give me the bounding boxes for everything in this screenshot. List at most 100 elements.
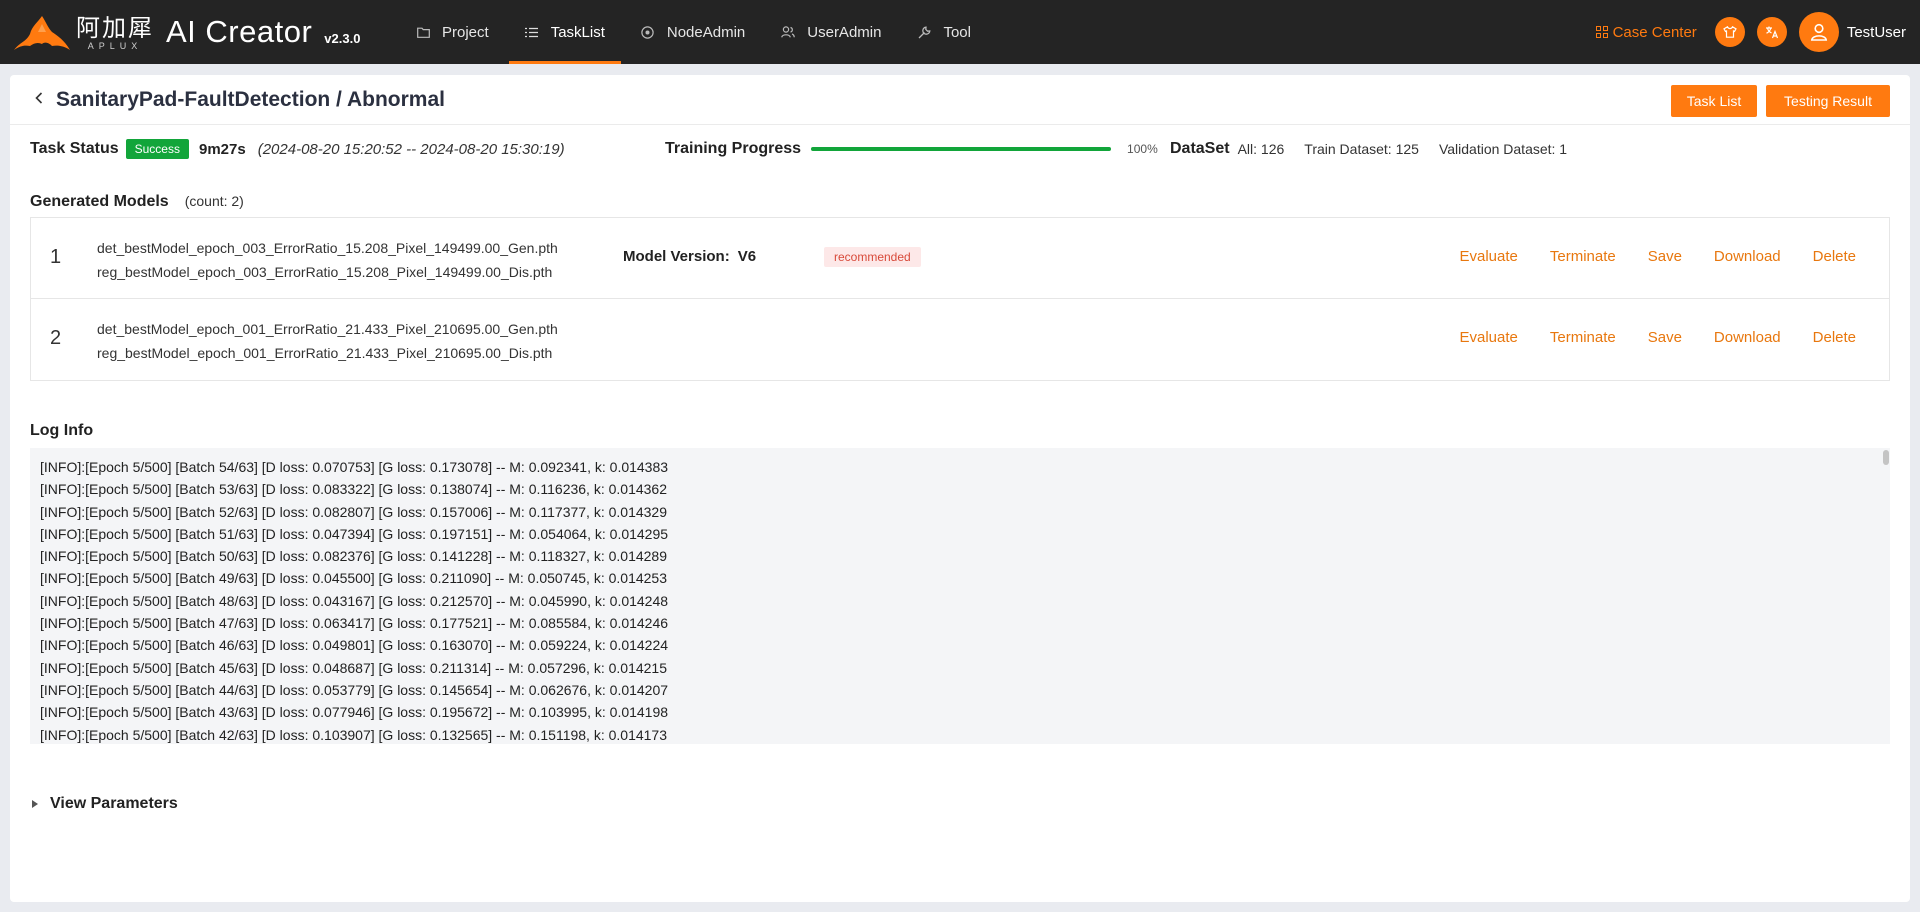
back-button[interactable] xyxy=(30,89,48,107)
case-center-link[interactable]: Case Center xyxy=(1595,23,1697,41)
model-file-gen: det_bestModel_epoch_003_ErrorRatio_15.20… xyxy=(97,240,558,256)
terminate-button[interactable]: Terminate xyxy=(1550,248,1616,265)
generated-models-title: Generated Models xyxy=(30,193,169,210)
chevron-left-icon xyxy=(35,92,43,104)
save-button[interactable]: Save xyxy=(1648,329,1682,346)
training-progress: Training Progress 100% xyxy=(665,137,1158,161)
nav-item-project[interactable]: Project xyxy=(400,0,505,64)
folder-icon xyxy=(416,25,430,39)
task-status-label: Task Status xyxy=(30,140,119,157)
model-index: 2 xyxy=(50,327,62,349)
top-navigation-bar: 阿加犀 APLUX AI Creator v2.3.0 Project Task… xyxy=(0,0,1920,64)
model-file-dis: reg_bestModel_epoch_001_ErrorRatio_21.43… xyxy=(97,345,553,361)
task-detail-card: SanitaryPad-FaultDetection / Abnormal Ta… xyxy=(10,75,1910,902)
log-scrollbar-thumb[interactable] xyxy=(1883,450,1889,465)
log-line: [INFO]:[Epoch 5/500] [Batch 48/63] [D lo… xyxy=(40,592,669,609)
model-actions: Evaluate Terminate Save Download Delete xyxy=(1427,329,1856,346)
brand-en-text: APLUX xyxy=(87,41,143,51)
task-status-row: Task Status Success 9m27s (2024-08-20 15… xyxy=(30,137,1890,161)
log-line: [INFO]:[Epoch 5/500] [Batch 53/63] [D lo… xyxy=(40,481,668,498)
dataset-validation-count: Validation Dataset: 1 xyxy=(1438,141,1568,157)
testing-result-button[interactable]: Testing Result xyxy=(1766,85,1890,117)
brand[interactable]: 阿加犀 APLUX AI Creator v2.3.0 xyxy=(0,0,400,64)
brand-cn-text: 阿加犀 xyxy=(76,14,154,42)
log-line: [INFO]:[Epoch 5/500] [Batch 47/63] [D lo… xyxy=(40,615,669,632)
progress-bar xyxy=(811,147,1112,151)
node-icon xyxy=(641,25,655,39)
training-progress-label: Training Progress xyxy=(665,140,802,157)
app-name: AI Creator xyxy=(166,14,313,49)
log-line: [INFO]:[Epoch 5/500] [Batch 42/63] [D lo… xyxy=(40,726,668,743)
progress-percent: 100% xyxy=(1127,142,1158,156)
generated-models-count: (count: 2) xyxy=(184,193,244,209)
table-row: 1 det_bestModel_epoch_003_ErrorRatio_15.… xyxy=(31,218,1889,299)
view-parameters-label: View Parameters xyxy=(50,795,178,812)
app-version: v2.3.0 xyxy=(324,30,361,46)
delete-button[interactable]: Delete xyxy=(1813,329,1856,346)
user-icon xyxy=(1810,23,1827,41)
dataset-all-count: All: 126 xyxy=(1237,141,1285,157)
log-output[interactable]: [INFO]:[Epoch 5/500] [Batch 54/63] [D lo… xyxy=(30,448,1890,744)
model-file-gen: det_bestModel_epoch_001_ErrorRatio_21.43… xyxy=(97,321,558,337)
avatar[interactable] xyxy=(1798,12,1839,52)
users-icon xyxy=(781,25,796,39)
table-row: 2 det_bestModel_epoch_001_ErrorRatio_21.… xyxy=(31,299,1889,380)
model-version-value: V6 xyxy=(737,248,757,265)
status-badge: Success xyxy=(125,139,189,159)
caret-right-icon xyxy=(32,800,38,808)
log-line: [INFO]:[Epoch 5/500] [Batch 45/63] [D lo… xyxy=(40,659,668,676)
case-center-label: Case Center xyxy=(1612,23,1697,41)
model-files: det_bestModel_epoch_001_ErrorRatio_21.43… xyxy=(97,317,558,365)
save-button[interactable]: Save xyxy=(1648,248,1682,265)
nav-label-tasklist: TaskList xyxy=(550,23,605,41)
models-table: 1 det_bestModel_epoch_003_ErrorRatio_15.… xyxy=(30,217,1890,381)
model-files: det_bestModel_epoch_003_ErrorRatio_15.20… xyxy=(97,236,558,284)
log-line: [INFO]:[Epoch 5/500] [Batch 51/63] [D lo… xyxy=(40,525,669,542)
log-line: [INFO]:[Epoch 5/500] [Batch 49/63] [D lo… xyxy=(40,570,668,587)
evaluate-button[interactable]: Evaluate xyxy=(1459,248,1517,265)
brand-wordmark: 阿加犀 APLUX xyxy=(76,15,154,51)
shirt-icon xyxy=(1723,26,1737,38)
log-line: [INFO]:[Epoch 5/500] [Batch 43/63] [D lo… xyxy=(40,704,669,721)
username[interactable]: TestUser xyxy=(1847,24,1906,41)
terminate-button[interactable]: Terminate xyxy=(1550,329,1616,346)
evaluate-button[interactable]: Evaluate xyxy=(1459,329,1517,346)
model-index: 1 xyxy=(50,246,62,268)
wrench-icon xyxy=(917,25,931,39)
top-right-tools: Case Center TestUser xyxy=(1595,0,1906,64)
dataset-train-count: Train Dataset: 125 xyxy=(1304,141,1419,157)
dataset-info: DataSet All: 126 Train Dataset: 125 Vali… xyxy=(1170,137,1567,161)
list-icon xyxy=(525,25,539,39)
main-nav: Project TaskList NodeAdmin UserAdmin Too… xyxy=(400,0,991,64)
model-version: Model Version: V6 xyxy=(623,248,756,265)
nav-label-useradmin: UserAdmin xyxy=(807,23,882,41)
model-file-dis: reg_bestModel_epoch_003_ErrorRatio_15.20… xyxy=(97,264,553,280)
page-header: SanitaryPad-FaultDetection / Abnormal Ta… xyxy=(10,75,1910,125)
language-toggle-button[interactable] xyxy=(1756,17,1787,47)
brand-logo-icon xyxy=(14,16,70,50)
translate-icon xyxy=(1765,26,1778,39)
download-button[interactable]: Download xyxy=(1714,329,1781,346)
task-list-button[interactable]: Task List xyxy=(1671,85,1757,117)
nav-item-useradmin[interactable]: UserAdmin xyxy=(765,0,897,64)
dataset-label: DataSet xyxy=(1170,140,1230,157)
task-duration: 9m27s xyxy=(198,140,246,158)
log-line: [INFO]:[Epoch 5/500] [Batch 52/63] [D lo… xyxy=(40,503,668,520)
delete-button[interactable]: Delete xyxy=(1813,248,1856,265)
nav-label-nodeadmin: NodeAdmin xyxy=(666,23,746,41)
download-button[interactable]: Download xyxy=(1714,248,1781,265)
nav-item-nodeadmin[interactable]: NodeAdmin xyxy=(625,0,761,64)
recommended-badge: recommended xyxy=(824,247,921,267)
model-actions: Evaluate Terminate Save Download Delete xyxy=(1427,248,1856,265)
task-time-range: (2024-08-20 15:20:52 -- 2024-08-20 15:30… xyxy=(257,140,565,158)
nav-item-tasklist[interactable]: TaskList xyxy=(508,0,622,64)
log-scrollbar[interactable] xyxy=(1882,448,1890,744)
theme-toggle-button[interactable] xyxy=(1714,17,1745,47)
log-line: [INFO]:[Epoch 5/500] [Batch 50/63] [D lo… xyxy=(40,548,668,565)
generated-models-heading: Generated Models (count: 2) xyxy=(30,193,244,211)
view-parameters-toggle[interactable]: View Parameters xyxy=(32,795,178,813)
log-info-title: Log Info xyxy=(30,422,94,439)
model-version-label: Model Version: xyxy=(623,248,730,265)
nav-item-tool[interactable]: Tool xyxy=(901,0,987,64)
progress-bar-fill xyxy=(811,147,1112,151)
